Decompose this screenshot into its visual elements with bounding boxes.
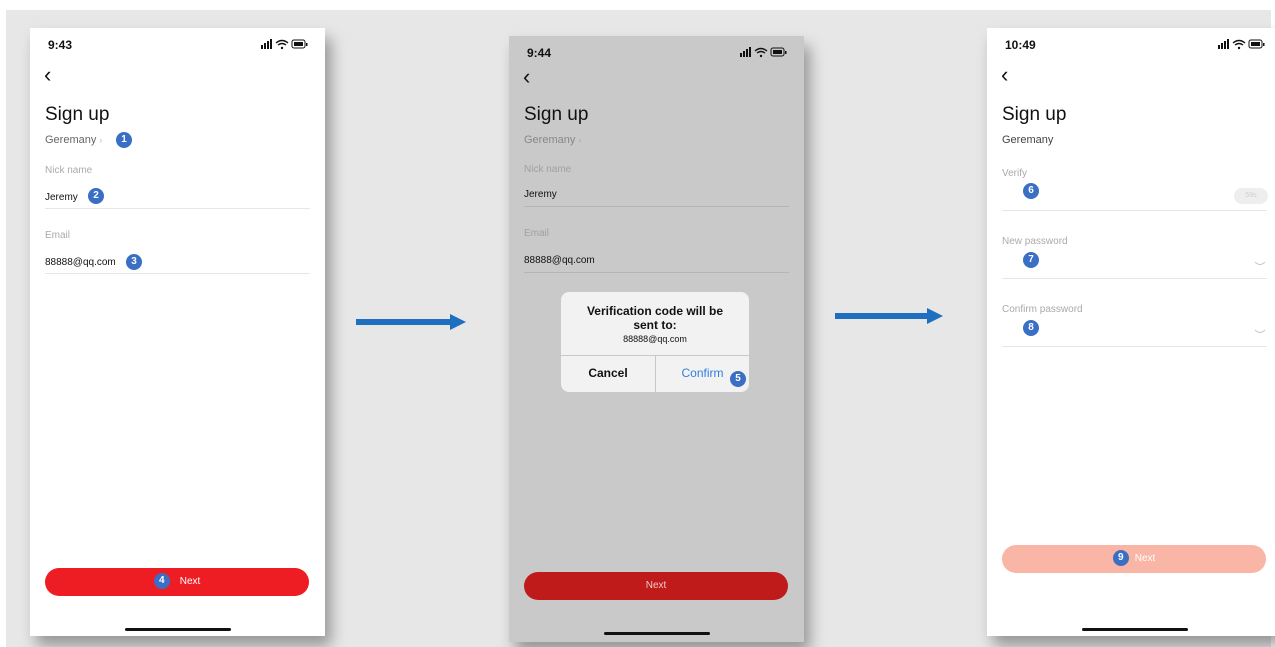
home-indicator	[1082, 628, 1188, 631]
email-label: Email	[45, 230, 71, 241]
country-value: Geremany	[45, 134, 97, 146]
divider	[1002, 278, 1267, 279]
next-button[interactable]: 9 Next	[1002, 545, 1266, 573]
next-button[interactable]: Next	[524, 572, 788, 600]
new-password-label: New password	[1002, 236, 1068, 247]
next-button[interactable]: 4 Next	[45, 568, 309, 596]
status-time: 9:44	[527, 46, 552, 60]
dialog-title-line-1: Verification code will be	[586, 304, 724, 318]
nick-name-label: Nick name	[524, 164, 572, 175]
dialog-title-line-2: sent to:	[633, 318, 677, 332]
verification-dialog: Verification code will be sent to: 88888…	[561, 292, 749, 392]
phone-screen-signup: 9:43 ‹ Sign up Geremany › 1 Nick name Je…	[30, 28, 325, 636]
nick-name-label: Nick name	[45, 165, 93, 176]
status-time: 10:49	[1005, 38, 1036, 52]
next-button-label: Next	[645, 580, 667, 591]
next-button-label: Next	[1134, 553, 1156, 564]
divider	[1002, 210, 1267, 211]
country-value: Geremany	[524, 134, 576, 146]
email-input[interactable]: 88888@qq.com	[524, 255, 595, 266]
back-icon[interactable]: ‹	[1001, 64, 1017, 86]
eye-closed-icon[interactable]	[1254, 260, 1266, 268]
dialog-message: 88888@qq.com	[623, 334, 687, 344]
page-title: Sign up	[1002, 104, 1067, 125]
back-icon[interactable]: ‹	[523, 66, 539, 88]
chevron-right-icon: ›	[99, 135, 103, 145]
email-label: Email	[524, 228, 550, 239]
step-badge-1: 1	[116, 132, 132, 148]
status-icons	[740, 47, 787, 58]
country-selector[interactable]: Geremany ›	[524, 134, 581, 146]
dialog-title: Verification code will be sent to:	[561, 304, 749, 332]
phone-screen-verification-dialog: 9:44 ‹ Sign up Geremany › Nick name Jere…	[509, 36, 804, 642]
status-bar: 10:49	[987, 28, 1275, 58]
confirm-password-label: Confirm password	[1002, 304, 1083, 315]
home-indicator	[604, 632, 710, 635]
nick-name-input[interactable]: Jeremy	[45, 192, 78, 203]
page-title: Sign up	[524, 104, 589, 125]
flow-arrow-icon	[356, 314, 466, 330]
eye-closed-icon[interactable]	[1254, 328, 1266, 336]
flow-arrow-icon	[835, 308, 943, 324]
step-badge-7: 7	[1023, 252, 1039, 268]
phone-screen-set-password: 10:49 ‹ Sign up Geremany Verify 6 59s Ne…	[987, 28, 1275, 636]
cancel-button[interactable]: Cancel	[561, 355, 655, 392]
divider	[524, 272, 789, 273]
step-badge-2: 2	[88, 188, 104, 204]
nick-name-input[interactable]: Jeremy	[524, 189, 557, 200]
status-bar: 9:44	[509, 36, 804, 66]
page-title: Sign up	[45, 104, 110, 125]
email-input[interactable]: 88888@qq.com	[45, 257, 116, 268]
verify-label: Verify	[1002, 168, 1028, 179]
step-badge-6: 6	[1023, 183, 1039, 199]
canvas: 9:43 ‹ Sign up Geremany › 1 Nick name Je…	[6, 10, 1275, 647]
status-icons	[1218, 39, 1265, 50]
step-badge-3: 3	[126, 254, 142, 270]
divider	[45, 208, 310, 209]
country-value: Geremany	[1002, 134, 1054, 146]
divider	[1002, 346, 1267, 347]
back-icon[interactable]: ‹	[44, 64, 60, 86]
resend-code-button[interactable]: 59s	[1234, 188, 1268, 204]
divider	[45, 273, 310, 274]
step-badge-9: 9	[1112, 550, 1129, 567]
country-selector[interactable]: Geremany ›	[45, 134, 102, 146]
status-icons	[261, 39, 308, 50]
divider	[524, 206, 789, 207]
home-indicator	[125, 628, 231, 631]
next-button-label: Next	[179, 576, 201, 587]
status-bar: 9:43	[30, 28, 325, 58]
step-badge-5: 5	[730, 371, 746, 387]
status-time: 9:43	[48, 38, 73, 52]
step-badge-4: 4	[153, 573, 170, 590]
step-badge-8: 8	[1023, 320, 1039, 336]
chevron-right-icon: ›	[578, 135, 582, 145]
